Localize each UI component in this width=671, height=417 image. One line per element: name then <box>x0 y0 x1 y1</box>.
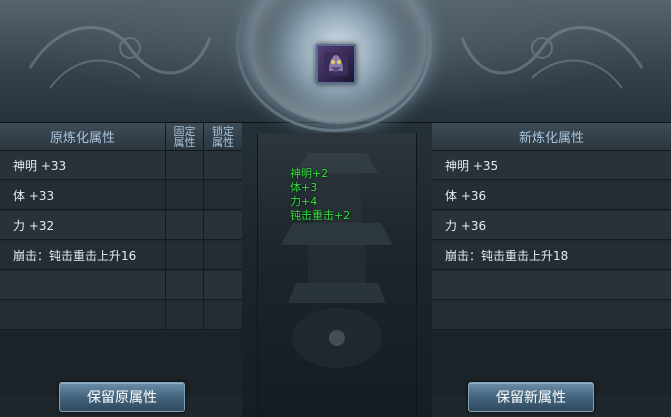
original-attribute-row <box>0 301 242 330</box>
lock-attribute-column-header: 锁定 属性 <box>204 123 242 151</box>
original-attribute-row: 力 +32 <box>0 211 242 240</box>
new-attribute-row: 体 +36 <box>432 181 671 210</box>
original-attribute-row: 神明 +33 <box>0 151 242 180</box>
original-attribute-row <box>0 271 242 300</box>
bonus-line: 力+4 <box>290 195 318 208</box>
new-attribute-row: 力 +36 <box>432 211 671 240</box>
new-attribute-row <box>432 271 671 300</box>
column-divider <box>165 123 166 361</box>
refine-result-panel: 神明+2 体+3 力+4 钝击重击+2 <box>257 133 417 417</box>
new-attributes-panel: 新炼化属性 神明 +35 体 +36 力 +36 崩击：钝击重击上升18 <box>432 123 671 417</box>
new-attribute-row: 崩击：钝击重击上升18 <box>432 241 671 270</box>
bonus-line: 钝击重击+2 <box>290 209 351 222</box>
column-divider <box>203 123 204 361</box>
bonus-line: 体+3 <box>290 181 318 194</box>
original-attributes-title: 原炼化属性 <box>0 123 165 151</box>
lock-header-line1: 锁定 <box>212 124 234 138</box>
keep-original-button[interactable]: 保留原属性 <box>59 382 185 412</box>
swirl-ornament-icon <box>28 26 212 89</box>
bonus-line: 神明+2 <box>290 167 329 180</box>
item-slot[interactable] <box>316 44 356 84</box>
refine-window: 原炼化属性 固定 属性 锁定 属性 神明 +33 体 +33 力 +32 崩击：… <box>0 0 671 417</box>
original-attribute-row: 崩击：钝击重击上升16 <box>0 241 242 270</box>
swirl-ornament-icon <box>460 26 644 89</box>
new-attributes-title: 新炼化属性 <box>432 123 671 151</box>
top-decoration <box>0 0 671 132</box>
new-attribute-row <box>432 301 671 330</box>
attribute-bonus-list: 神明+2 体+3 力+4 钝击重击+2 <box>290 167 350 223</box>
fixed-header-line2: 属性 <box>173 135 196 149</box>
keep-new-button[interactable]: 保留新属性 <box>468 382 594 412</box>
original-attribute-row: 体 +33 <box>0 181 242 210</box>
lock-header-line2: 属性 <box>212 135 234 149</box>
dragon-armor-icon <box>324 52 348 76</box>
fixed-header-line1: 固定 <box>173 124 196 138</box>
original-attributes-panel: 原炼化属性 固定 属性 锁定 属性 神明 +33 体 +33 力 +32 崩击：… <box>0 123 242 417</box>
fixed-attribute-column-header: 固定 属性 <box>166 123 203 151</box>
new-attribute-row: 神明 +35 <box>432 151 671 180</box>
